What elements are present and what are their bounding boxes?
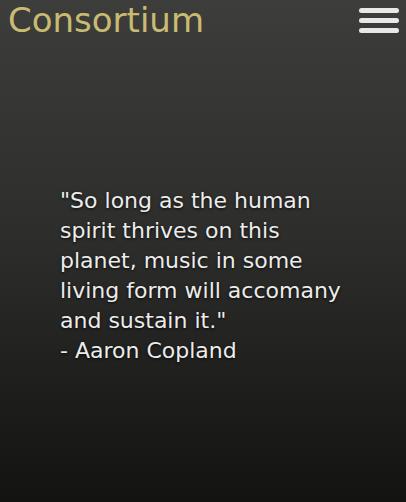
quote-text: "So long as the human spirit thrives on …	[60, 186, 356, 336]
quote-author: - Aaron Copland	[60, 336, 366, 366]
menu-bar	[359, 18, 399, 23]
menu-bar	[359, 28, 399, 33]
menu-bar	[359, 8, 399, 13]
page: Consortium "So long as the human spirit t…	[0, 0, 406, 502]
brand-logo[interactable]: Consortium	[8, 0, 204, 40]
header: Consortium	[0, 0, 406, 40]
hero: "So long as the human spirit thrives on …	[0, 40, 406, 502]
menu-icon[interactable]	[359, 8, 399, 33]
